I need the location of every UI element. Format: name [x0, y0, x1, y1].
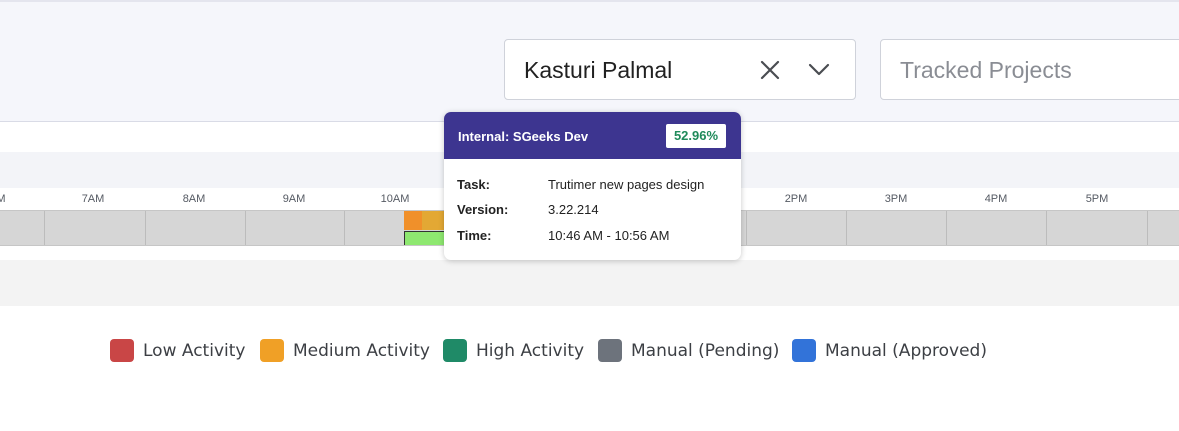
filter-bar: Kasturi Palmal [0, 0, 1179, 122]
legend-swatch [260, 339, 284, 362]
user-select-value: Kasturi Palmal [524, 57, 673, 83]
hour-gridline [846, 211, 847, 245]
hour-label: M [0, 193, 6, 205]
tooltip-value: 10:46 AM - 10:56 AM [548, 228, 670, 243]
hour-label: 9AM [282, 193, 306, 205]
tooltip-label: Time: [457, 228, 492, 243]
hour-gridline [1046, 211, 1047, 245]
hour-gridline [245, 211, 246, 245]
hour-gridline [44, 211, 45, 245]
hour-label: 8AM [182, 193, 206, 205]
close-icon[interactable] [758, 58, 782, 82]
chevron-down-icon[interactable] [807, 58, 831, 82]
legend-label: Medium Activity [293, 341, 430, 361]
legend-label: Low Activity [143, 341, 246, 361]
legend-swatch [792, 339, 816, 362]
hour-gridline [145, 211, 146, 245]
legend-swatch [443, 339, 467, 362]
activity-percentage-badge: 52.96% [666, 124, 726, 148]
hour-gridline [1147, 211, 1148, 245]
activity-tooltip: Internal: SGeeks Dev 52.96% Task: Trutim… [444, 112, 741, 260]
hour-gridline [344, 211, 345, 245]
user-select[interactable]: Kasturi Palmal [504, 39, 856, 100]
tracked-projects-select[interactable] [880, 39, 1179, 100]
activity-segment-selected[interactable] [404, 231, 444, 245]
tooltip-value: 3.22.214 [548, 202, 599, 217]
hour-gridline [746, 211, 747, 245]
legend-label: Manual (Pending) [631, 341, 780, 361]
hour-label: 2PM [784, 193, 808, 205]
tooltip-label: Task: [457, 177, 490, 192]
tooltip-project-title: Internal: SGeeks Dev [458, 129, 589, 144]
tracked-projects-input[interactable] [900, 54, 1179, 86]
timeline-footer-band [0, 260, 1179, 306]
legend-swatch [110, 339, 134, 362]
legend-label: High Activity [476, 341, 585, 361]
hour-label: 4PM [984, 193, 1008, 205]
hour-label: 3PM [884, 193, 908, 205]
hour-gridline [946, 211, 947, 245]
activity-segment-medium[interactable] [404, 211, 422, 230]
hour-label: 5PM [1085, 193, 1109, 205]
hour-label: 10AM [380, 193, 410, 205]
tooltip-label: Version: [457, 202, 509, 217]
hour-label: 7AM [81, 193, 105, 205]
tooltip-value: Trutimer new pages design [548, 177, 705, 192]
legend-swatch [598, 339, 622, 362]
activity-segment-medium[interactable] [422, 211, 444, 230]
tooltip-header: Internal: SGeeks Dev 52.96% [444, 112, 741, 159]
legend-label: Manual (Approved) [825, 341, 987, 361]
